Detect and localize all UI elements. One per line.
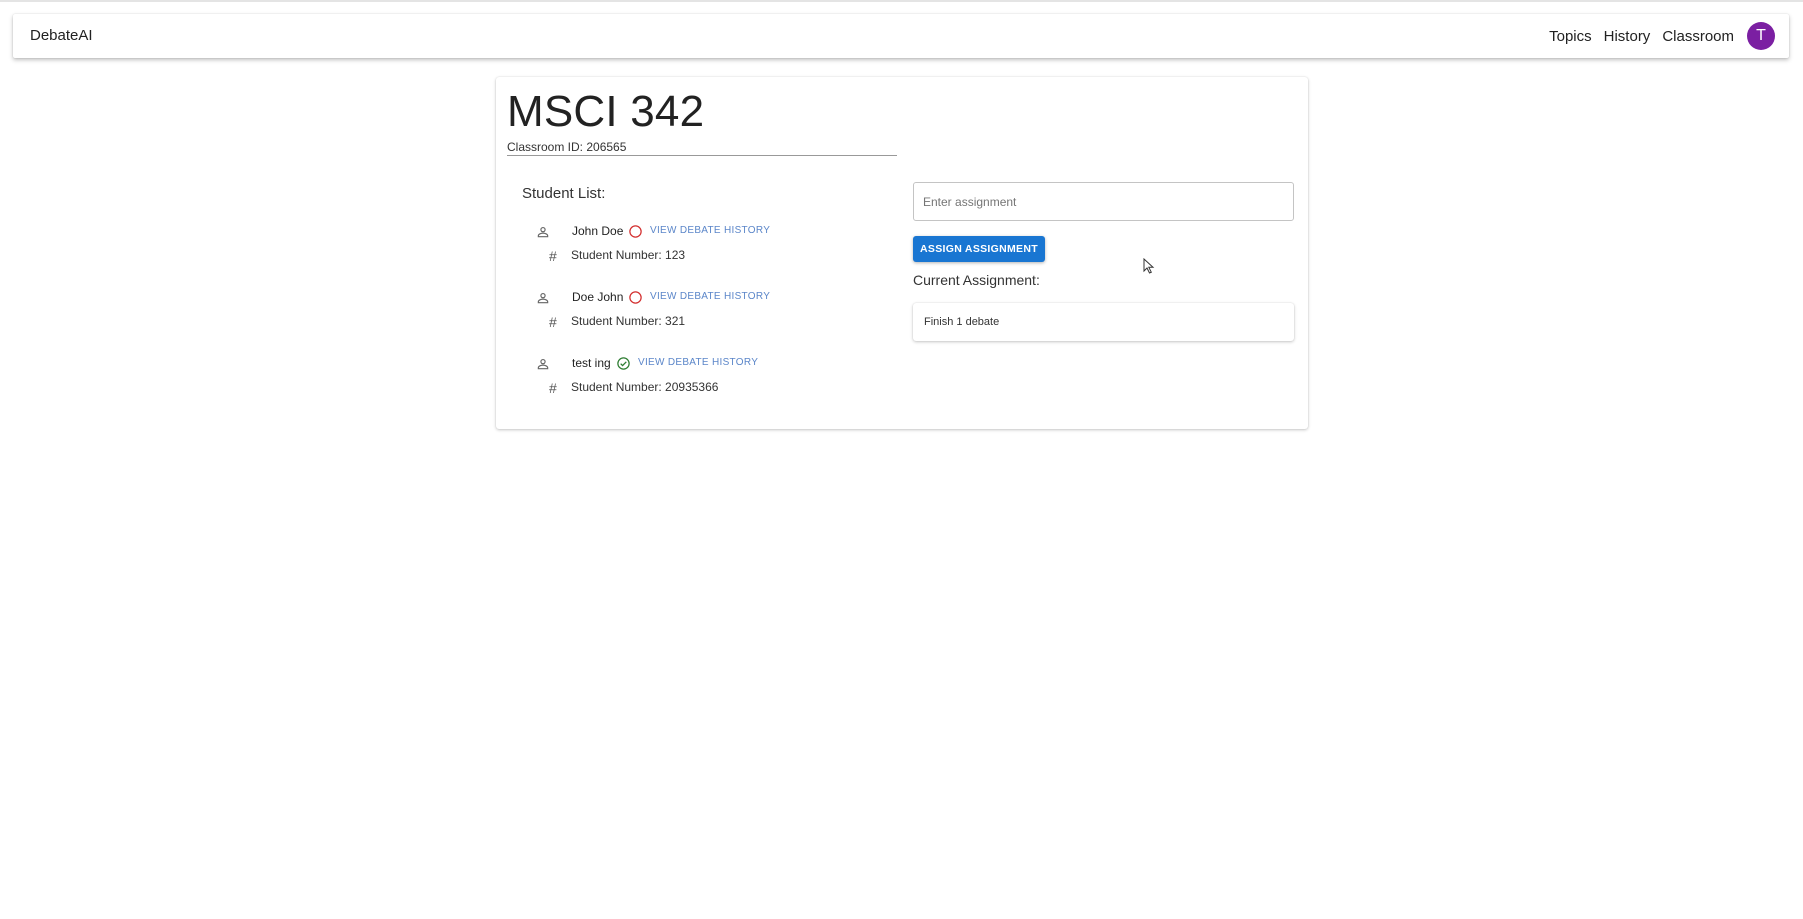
student-item: John Doe VIEW DEBATE HISTORY # Student N… (496, 224, 896, 274)
number-sign-icon: # (549, 380, 557, 396)
view-debate-history-link[interactable]: VIEW DEBATE HISTORY (650, 291, 770, 302)
student-number: Student Number: 123 (571, 248, 686, 262)
student-number: Student Number: 321 (571, 314, 686, 328)
view-debate-history-link[interactable]: VIEW DEBATE HISTORY (638, 357, 758, 368)
classroom-card: MSCI 342 Classroom ID: 206565 Student Li… (496, 77, 1308, 429)
app-bar: DebateAI Topics History Classroom T (13, 14, 1789, 58)
person-icon (537, 292, 549, 304)
number-sign-icon: # (549, 248, 557, 264)
student-number: Student Number: 20935366 (571, 380, 719, 394)
person-icon (537, 226, 549, 238)
nav-classroom[interactable]: Classroom (1662, 28, 1734, 45)
mouse-cursor-icon (1143, 258, 1155, 274)
nav-links: Topics History Classroom T (1537, 20, 1775, 52)
empty-circle-icon (629, 225, 642, 238)
current-assignment-text: Finish 1 debate (924, 316, 1000, 328)
current-assignment-card: Finish 1 debate (913, 303, 1294, 341)
student-name: John Doe (572, 224, 624, 238)
assignment-input[interactable] (913, 182, 1294, 221)
student-list-heading: Student List: (522, 185, 606, 202)
student-name: Doe John (572, 290, 624, 304)
number-sign-icon: # (549, 314, 557, 330)
avatar[interactable]: T (1747, 22, 1775, 50)
page-title: MSCI 342 (507, 87, 705, 136)
brand-logo-text[interactable]: DebateAI (30, 27, 93, 44)
classroom-id: Classroom ID: 206565 (507, 140, 627, 154)
top-border (0, 0, 1803, 2)
assign-assignment-button[interactable]: ASSIGN ASSIGNMENT (913, 236, 1045, 262)
student-item: test ing VIEW DEBATE HISTORY # Student N… (496, 356, 896, 406)
title-divider (507, 155, 897, 156)
current-assignment-heading: Current Assignment: (913, 272, 1040, 288)
view-debate-history-link[interactable]: VIEW DEBATE HISTORY (650, 225, 770, 236)
nav-topics[interactable]: Topics (1549, 28, 1592, 45)
student-item: Doe John VIEW DEBATE HISTORY # Student N… (496, 290, 896, 340)
person-icon (537, 358, 549, 370)
empty-circle-icon (629, 291, 642, 304)
check-circle-icon (617, 357, 630, 370)
nav-history[interactable]: History (1604, 28, 1651, 45)
student-name: test ing (572, 356, 611, 370)
